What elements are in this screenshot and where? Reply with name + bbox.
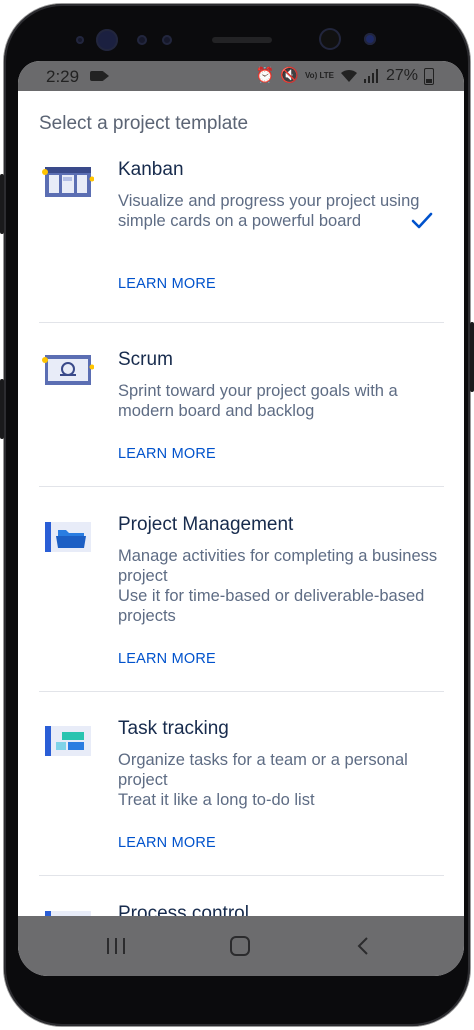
volume-button <box>0 174 4 234</box>
home-icon[interactable] <box>227 934 253 958</box>
power-button <box>470 322 474 392</box>
status-time: 2:29 <box>46 67 80 86</box>
divider <box>39 875 444 876</box>
kanban-thumbnail-icon <box>42 167 94 197</box>
screen-record-icon <box>90 71 109 81</box>
front-camera <box>319 28 341 50</box>
template-title: Task tracking <box>118 718 229 739</box>
template-title: Kanban <box>118 159 184 180</box>
project-management-thumbnail-icon <box>45 522 91 552</box>
template-title: Scrum <box>118 349 173 370</box>
task-tracking-thumbnail-icon <box>45 726 91 756</box>
process-control-thumbnail-icon <box>45 911 91 916</box>
learn-more-link[interactable]: LEARN MORE <box>118 276 216 292</box>
bixby-button <box>0 379 4 439</box>
status-bar: 2:29 ⏰ 🔇 Vo) LTE 27% <box>18 61 464 91</box>
battery-icon <box>424 67 434 85</box>
proximity-sensor <box>137 35 147 45</box>
light-sensor <box>162 35 172 45</box>
status-icons: ⏰ 🔇 Vo) LTE 27% <box>256 67 434 85</box>
iris-scanner <box>96 29 118 51</box>
wifi-icon <box>340 69 357 82</box>
divider <box>39 322 444 323</box>
recents-icon[interactable] <box>103 934 129 958</box>
template-title: Project Management <box>118 514 294 535</box>
divider <box>39 691 444 692</box>
template-list[interactable]: Select a project template Kanban Visuali… <box>18 91 464 916</box>
screen: 2:29 ⏰ 🔇 Vo) LTE 27% Select a project te… <box>18 61 464 976</box>
template-description: Visualize and progress your project usin… <box>118 192 420 230</box>
signal-icon <box>363 69 378 83</box>
front-sensor <box>76 36 84 44</box>
check-icon <box>411 212 433 229</box>
template-title: Process control <box>118 903 249 916</box>
learn-more-link[interactable]: LEARN MORE <box>118 835 216 851</box>
scrum-thumbnail-icon <box>42 355 94 385</box>
phone-frame: 2:29 ⏰ 🔇 Vo) LTE 27% Select a project te… <box>0 4 474 1026</box>
earpiece-speaker <box>212 37 272 43</box>
template-description: Manage activities for completing a busin… <box>118 547 438 625</box>
iris-led <box>364 33 376 45</box>
alarm-icon: ⏰ <box>255 67 275 84</box>
battery-percent: 27% <box>385 67 418 84</box>
page-title: Select a project template <box>39 113 249 134</box>
learn-more-link[interactable]: LEARN MORE <box>118 446 216 462</box>
divider <box>39 486 444 487</box>
mute-icon: 🔇 <box>280 67 299 84</box>
template-description: Organize tasks for a team or a personal … <box>118 751 408 809</box>
template-description: Sprint toward your project goals with a … <box>118 382 398 420</box>
learn-more-link[interactable]: LEARN MORE <box>118 651 216 667</box>
navigation-bar <box>18 916 464 976</box>
back-icon[interactable] <box>351 934 377 958</box>
volte-label: Vo) LTE <box>304 71 334 80</box>
